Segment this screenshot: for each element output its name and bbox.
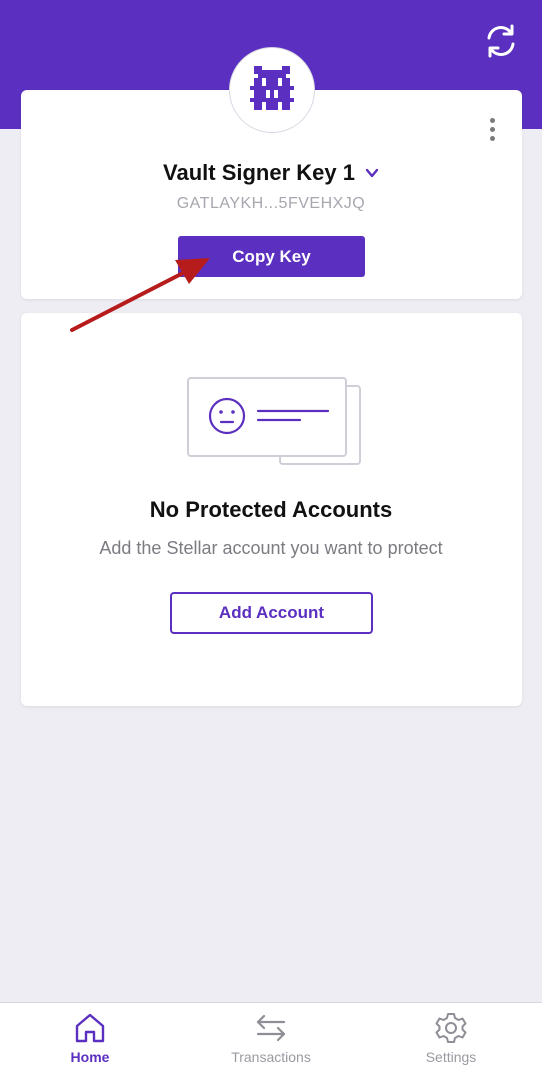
refresh-icon bbox=[487, 24, 515, 58]
key-address: GATLAYKH...5FVEHXJQ bbox=[176, 195, 366, 212]
key-selector[interactable]: Vault Signer Key 1 bbox=[0, 158, 542, 188]
transfer-arrows-icon bbox=[256, 1014, 286, 1042]
gear-icon bbox=[435, 1013, 467, 1043]
more-menu-button[interactable] bbox=[478, 114, 506, 144]
empty-subtitle: Add the Stellar account you want to prot… bbox=[99, 538, 443, 558]
pixel-identicon bbox=[250, 66, 294, 110]
tab-home[interactable]: Home bbox=[20, 1003, 160, 1078]
tab-bar: Home Transactions Settings bbox=[0, 1002, 542, 1078]
empty-title: No Protected Accounts bbox=[149, 497, 393, 522]
avatar bbox=[229, 47, 315, 133]
tab-home-label: Home bbox=[70, 1049, 110, 1065]
more-vertical-icon bbox=[489, 117, 495, 123]
tab-transactions-label: Transactions bbox=[231, 1049, 311, 1065]
copy-key-button[interactable]: Copy Key bbox=[178, 236, 365, 277]
home-icon bbox=[75, 1013, 105, 1043]
tab-settings[interactable]: Settings bbox=[381, 1003, 521, 1078]
key-name: Vault Signer Key 1 bbox=[163, 160, 355, 185]
account-card-illustration bbox=[187, 377, 361, 465]
tab-settings-label: Settings bbox=[425, 1049, 477, 1065]
refresh-button[interactable] bbox=[482, 22, 520, 60]
chevron-down-icon bbox=[365, 168, 379, 178]
tab-transactions[interactable]: Transactions bbox=[201, 1003, 341, 1078]
add-account-button[interactable]: Add Account bbox=[170, 592, 373, 634]
